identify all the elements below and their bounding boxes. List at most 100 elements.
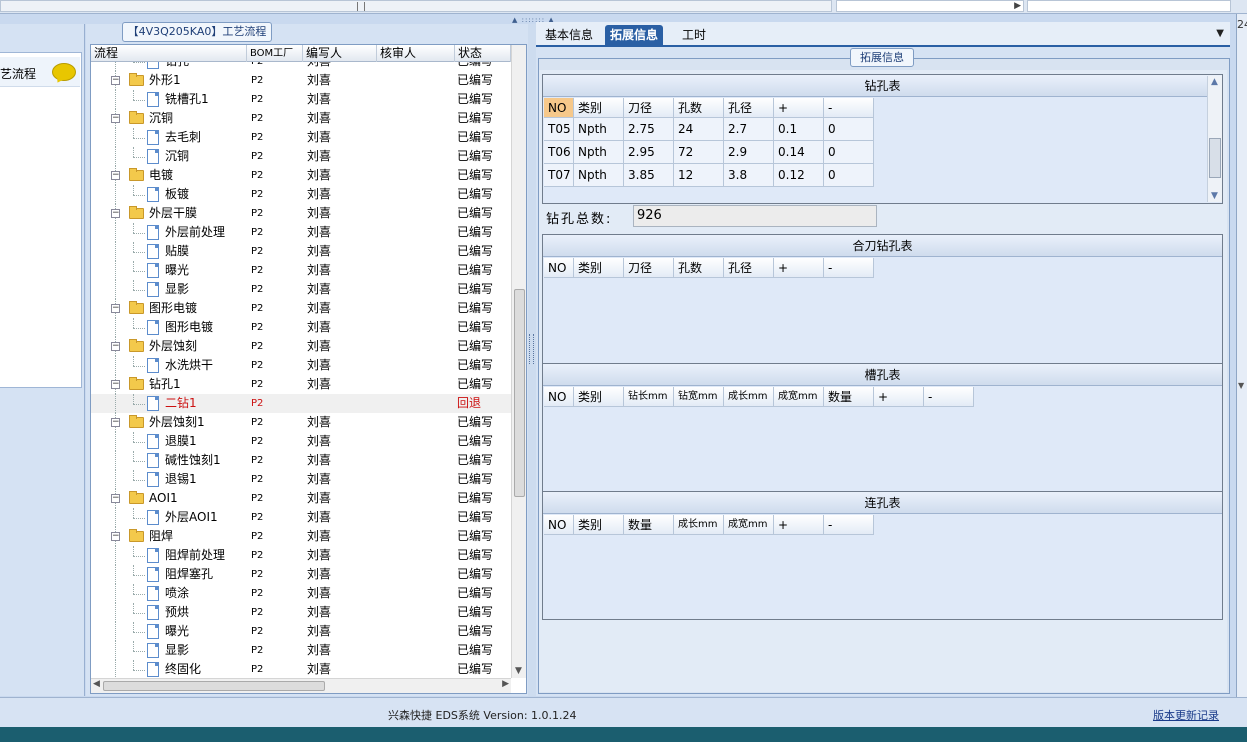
table-cell[interactable]: 0.12 [774,164,824,187]
collapse-toggle-icon[interactable]: − [111,209,120,218]
tree-row[interactable]: 预烘 P2 刘喜 已编写 [91,603,511,622]
column-header[interactable]: + [774,258,824,278]
column-header[interactable]: 成宽mm [774,387,824,407]
tree-row[interactable]: 铣槽孔1 P2 刘喜 已编写 [91,90,511,109]
tree-row[interactable]: 显影 P2 刘喜 已编写 [91,280,511,299]
column-header[interactable]: 孔数 [674,258,724,278]
table-cell[interactable]: 3.85 [624,164,674,187]
tree-row[interactable]: 二钻1 P2 回退 [91,394,511,413]
table-cell[interactable]: Npth [574,118,624,141]
tree-row[interactable]: − 钻孔1 P2 刘喜 已编写 [91,375,511,394]
column-header[interactable]: + [774,98,824,118]
top-field[interactable]: ▶ [836,0,1024,12]
tree-row[interactable]: − 图形电镀 P2 刘喜 已编写 [91,299,511,318]
scroll-down-icon[interactable]: ▼ [515,666,522,676]
tree-row[interactable]: 显影 P2 刘喜 已编写 [91,641,511,660]
tree-row[interactable]: 板镀 P2 刘喜 已编写 [91,185,511,204]
scroll-left-icon[interactable]: ◀ [93,679,100,689]
tree-row[interactable]: − 沉铜 P2 刘喜 已编写 [91,109,511,128]
tab-basic-info[interactable]: 基本信息 [540,25,598,45]
tree-vertical-scrollbar[interactable]: ▼ [511,45,526,678]
collapse-toggle-icon[interactable]: − [111,304,120,313]
table-cell[interactable]: Npth [574,141,624,164]
drill-total-field[interactable]: 926 [633,205,877,227]
splitter-grip[interactable] [529,334,534,364]
table-cell[interactable]: 0 [824,164,874,187]
column-header[interactable]: 成宽mm [724,515,774,535]
tree-row[interactable]: 终固化 P2 刘喜 已编写 [91,660,511,678]
scroll-thumb[interactable] [514,289,525,497]
table-cell[interactable]: Npth [574,164,624,187]
chevron-down-icon[interactable]: ▼ [1216,28,1224,39]
column-header[interactable]: - [824,258,874,278]
collapse-toggle-icon[interactable]: − [111,494,120,503]
table-cell[interactable]: 12 [674,164,724,187]
column-header[interactable]: 类别 [574,387,624,407]
collapse-toggle-icon[interactable]: − [111,171,120,180]
scroll-thumb[interactable] [1209,138,1221,178]
column-header[interactable]: 成长mm [724,387,774,407]
column-header[interactable]: 刀径 [624,258,674,278]
column-header[interactable]: - [824,515,874,535]
nav-item-process[interactable]: 艺流程 [0,57,80,87]
tree-row[interactable]: 沉铜 P2 刘喜 已编写 [91,147,511,166]
column-header[interactable]: 数量 [624,515,674,535]
tree-row[interactable]: − 外层干膜 P2 刘喜 已编写 [91,204,511,223]
column-header[interactable]: + [874,387,924,407]
table-cell[interactable]: 2.75 [624,118,674,141]
column-header[interactable]: 孔数 [674,98,724,118]
scroll-right-icon[interactable]: ▶ [502,679,509,689]
column-header[interactable]: 类别 [574,515,624,535]
column-header-bom[interactable]: BOM工厂 [247,45,303,62]
scroll-up-icon[interactable]: ▲ [1211,77,1218,87]
tree-row[interactable]: 钻孔 P2 刘喜 已编写 [91,62,511,71]
column-header-reviewer[interactable]: 核审人 [377,45,455,62]
tree-row[interactable]: 阻焊前处理 P2 刘喜 已编写 [91,546,511,565]
tree-row[interactable]: − 外形1 P2 刘喜 已编写 [91,71,511,90]
collapse-toggle-icon[interactable]: − [111,342,120,351]
column-header[interactable]: 类别 [574,258,624,278]
tree-row[interactable]: 外层AOI1 P2 刘喜 已编写 [91,508,511,527]
table-cell[interactable]: 0 [824,141,874,164]
panel-splitter[interactable] [528,24,536,696]
collapse-toggle-icon[interactable]: − [111,532,120,541]
tree-row[interactable]: 图形电镀 P2 刘喜 已编写 [91,318,511,337]
column-header[interactable]: + [774,515,824,535]
table-cell[interactable]: 72 [674,141,724,164]
tree-row[interactable]: 曝光 P2 刘喜 已编写 [91,622,511,641]
tree-row[interactable]: 曝光 P2 刘喜 已编写 [91,261,511,280]
table-cell[interactable]: 0 [824,118,874,141]
column-header[interactable]: NO [544,98,574,118]
chevron-right-icon[interactable]: ▶ [1014,1,1021,11]
column-header-process[interactable]: 流程 [91,45,247,62]
table-cell[interactable]: 2.9 [724,141,774,164]
scroll-thumb[interactable] [103,681,325,691]
scroll-down-icon[interactable]: ▼ [1238,381,1244,390]
scroll-thumb[interactable] [357,2,365,11]
drill-table-scrollbar[interactable]: ▲ ▼ [1207,76,1222,202]
column-header[interactable]: 钻宽mm [674,387,724,407]
collapse-toggle-icon[interactable]: − [111,114,120,123]
collapse-toggle-icon[interactable]: − [111,380,120,389]
top-field-2[interactable] [1027,0,1231,12]
table-cell[interactable]: 2.95 [624,141,674,164]
column-header[interactable]: NO [544,387,574,407]
tree-row[interactable]: 阻焊塞孔 P2 刘喜 已编写 [91,565,511,584]
column-header[interactable]: - [924,387,974,407]
table-cell[interactable]: 24 [674,118,724,141]
tree-row[interactable]: 去毛刺 P2 刘喜 已编写 [91,128,511,147]
top-horizontal-scrollbar[interactable] [0,0,832,12]
tree-row[interactable]: 水洗烘干 P2 刘喜 已编写 [91,356,511,375]
tree-row[interactable]: − 阻焊 P2 刘喜 已编写 [91,527,511,546]
tree-row[interactable]: 退锡1 P2 刘喜 已编写 [91,470,511,489]
tab-extended-info[interactable]: 拓展信息 [605,25,664,45]
tree-row[interactable]: 贴膜 P2 刘喜 已编写 [91,242,511,261]
column-header[interactable]: 孔径 [724,258,774,278]
table-cell[interactable]: 0.14 [774,141,824,164]
column-header[interactable]: 刀径 [624,98,674,118]
column-header[interactable]: 孔径 [724,98,774,118]
column-header[interactable]: 数量 [824,387,874,407]
tree-row[interactable]: 退膜1 P2 刘喜 已编写 [91,432,511,451]
table-cell[interactable]: T06 [544,141,574,164]
tree-horizontal-scrollbar[interactable]: ◀ ▶ [91,678,511,693]
